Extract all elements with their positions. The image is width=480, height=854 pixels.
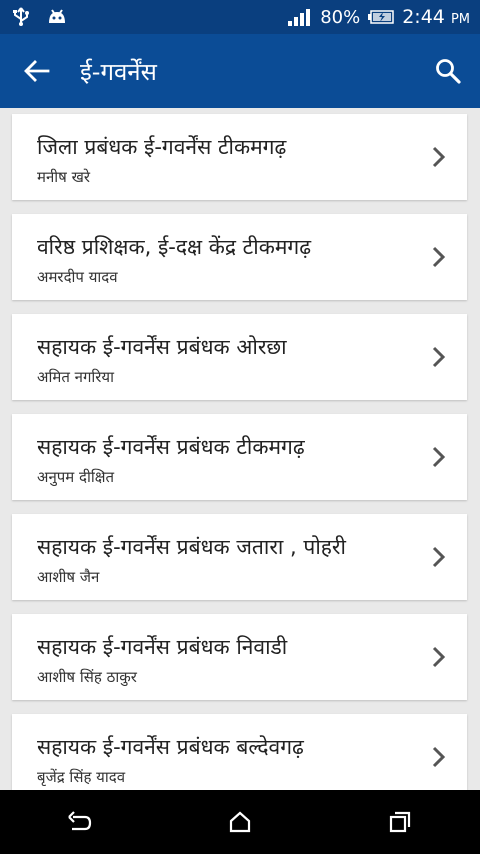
status-bar: 80% 2:44 PM xyxy=(0,0,480,34)
list-item[interactable]: वरिष्ठ प्रशिक्षक, ई-दक्ष केंद्र टीकमगढ़ … xyxy=(12,214,467,300)
chevron-right-icon xyxy=(432,746,446,768)
list-item-title: सहायक ई-गवर्नेंस प्रबंधक टीकमगढ़ xyxy=(37,435,305,459)
list-item[interactable]: सहायक ई-गवर्नेंस प्रबंधक ओरछा अमित नगरिय… xyxy=(12,314,467,400)
contact-list[interactable]: जिला प्रबंधक ई-गवर्नेंस टीकमगढ़ मनीष खरे… xyxy=(0,108,480,790)
back-arrow-icon xyxy=(24,60,50,82)
list-item[interactable]: सहायक ई-गवर्नेंस प्रबंधक बल्देवगढ़ बृजें… xyxy=(12,714,467,790)
clock: 2:44 PM xyxy=(402,6,470,28)
list-item-title: सहायक ई-गवर्नेंस प्रबंधक जतारा , पोहरी xyxy=(37,535,346,559)
chevron-right-icon xyxy=(432,246,446,268)
nav-home-button[interactable] xyxy=(200,790,280,854)
usb-icon xyxy=(13,7,29,26)
signal-icon xyxy=(288,9,311,26)
list-item-subtitle: अनुपम दीक्षित xyxy=(37,468,115,486)
list-item[interactable]: सहायक ई-गवर्नेंस प्रबंधक टीकमगढ़ अनुपम द… xyxy=(12,414,467,500)
page-title: ई-गवर्नेंस xyxy=(80,57,157,86)
recents-icon xyxy=(389,811,411,833)
list-item-title: सहायक ई-गवर्नेंस प्रबंधक निवाडी xyxy=(37,635,288,659)
back-button[interactable] xyxy=(0,34,74,108)
home-icon xyxy=(229,811,251,833)
back-icon xyxy=(68,811,92,831)
chevron-right-icon xyxy=(432,146,446,168)
nav-recents-button[interactable] xyxy=(360,790,440,854)
chevron-right-icon xyxy=(432,446,446,468)
chevron-right-icon xyxy=(432,646,446,668)
list-item[interactable]: सहायक ई-गवर्नेंस प्रबंधक जतारा , पोहरी आ… xyxy=(12,514,467,600)
list-item[interactable]: सहायक ई-गवर्नेंस प्रबंधक निवाडी आशीष सिं… xyxy=(12,614,467,700)
battery-icon xyxy=(368,10,394,24)
list-item-title: वरिष्ठ प्रशिक्षक, ई-दक्ष केंद्र टीकमगढ़ xyxy=(37,235,312,259)
list-item-subtitle: बृजेंद्र सिंह यादव xyxy=(37,768,126,786)
list-item-subtitle: आशीष जैन xyxy=(37,568,100,586)
list-item-subtitle: अमरदीप यादव xyxy=(37,268,118,286)
search-icon xyxy=(436,59,461,84)
list-item-subtitle: आशीष सिंह ठाकुर xyxy=(37,668,137,686)
search-button[interactable] xyxy=(416,34,480,108)
list-item-title: जिला प्रबंधक ई-गवर्नेंस टीकमगढ़ xyxy=(37,135,287,159)
clock-ampm: PM xyxy=(450,12,470,27)
chevron-right-icon xyxy=(432,346,446,368)
list-item-title: सहायक ई-गवर्नेंस प्रबंधक बल्देवगढ़ xyxy=(37,735,304,759)
list-item-title: सहायक ई-गवर्नेंस प्रबंधक ओरछा xyxy=(37,335,287,359)
app-bar: ई-गवर्नेंस xyxy=(0,34,480,108)
android-icon xyxy=(49,9,65,23)
nav-back-button[interactable] xyxy=(40,790,120,854)
list-item-subtitle: अमित नगरिया xyxy=(37,368,115,386)
clock-time: 2:44 xyxy=(402,6,445,28)
list-item-subtitle: मनीष खरे xyxy=(37,168,91,186)
system-nav-bar xyxy=(0,790,480,854)
battery-percent: 80% xyxy=(320,6,361,28)
list-item[interactable]: जिला प्रबंधक ई-गवर्नेंस टीकमगढ़ मनीष खरे xyxy=(12,114,467,200)
chevron-right-icon xyxy=(432,546,446,568)
